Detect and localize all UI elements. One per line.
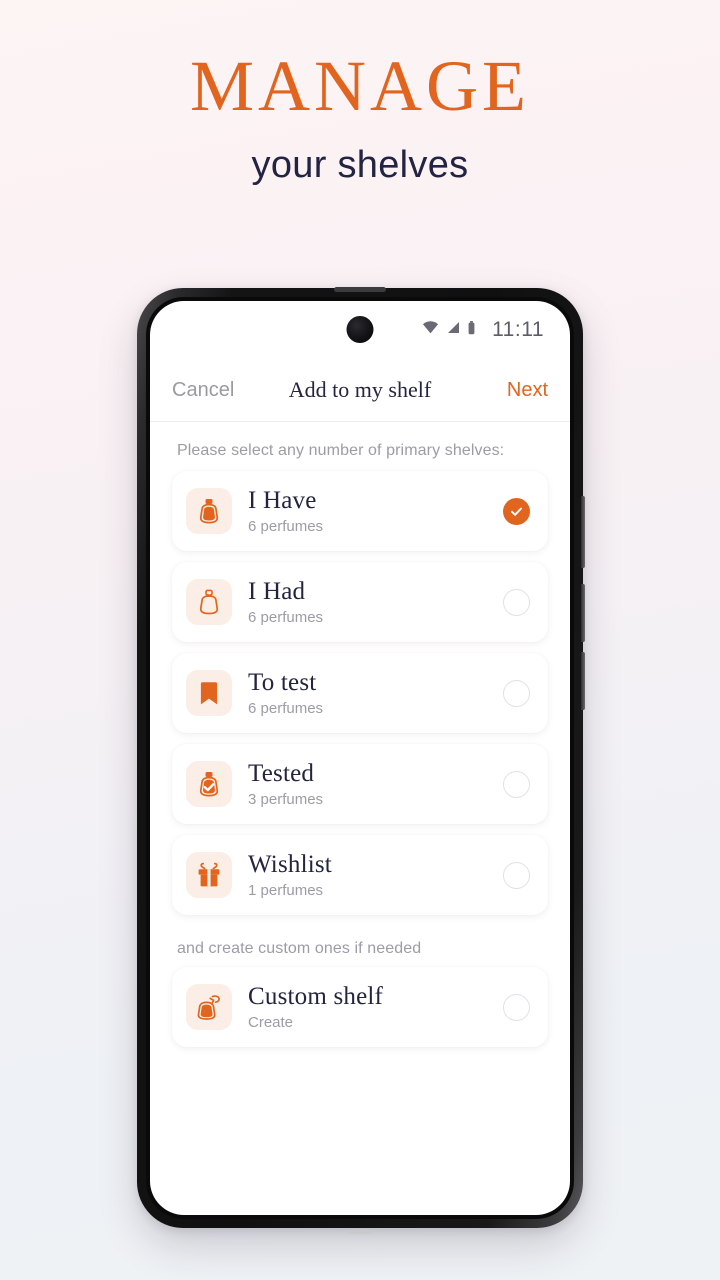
- front-camera-icon: [346, 316, 374, 343]
- shelf-text: I Had 6 perfumes: [232, 578, 503, 626]
- volume-up-button[interactable]: [581, 584, 585, 642]
- shelf-icon-tile: [186, 984, 232, 1030]
- shelf-icon-tile: [186, 670, 232, 716]
- wifi-icon: [422, 321, 439, 339]
- bottom-port: [349, 1229, 371, 1234]
- status-bar: 11:11: [150, 301, 570, 359]
- shelf-radio-unselected[interactable]: [503, 861, 530, 889]
- shelf-card[interactable]: To test 6 perfumes: [172, 653, 548, 733]
- phone-bezel: 11:11 Cancel Add to my shelf Next Please…: [146, 297, 574, 1219]
- shelf-title: Tested: [248, 760, 315, 787]
- shelf-title: Custom shelf: [248, 983, 384, 1010]
- shelf-card[interactable]: I Have 6 perfumes: [172, 471, 548, 551]
- volume-down-button[interactable]: [581, 652, 585, 710]
- custom-shelves-list: Custom shelf Create: [172, 967, 548, 1047]
- promo-header: MANAGE your shelves: [0, 0, 720, 187]
- perfume-bottle-check-icon: [199, 770, 219, 797]
- promo-subtitle: your shelves: [251, 144, 469, 186]
- shelf-title: Wishlist: [248, 851, 332, 878]
- shelf-card[interactable]: Wishlist 1 perfumes: [172, 835, 548, 915]
- next-button[interactable]: Next: [507, 379, 548, 402]
- shelf-icon-tile: [186, 579, 232, 625]
- shelf-radio-unselected[interactable]: [503, 679, 530, 707]
- shelf-text: I Have 6 perfumes: [232, 487, 503, 535]
- shelf-count: 6 perfumes: [248, 700, 324, 717]
- status-icons: 11:11: [422, 318, 544, 342]
- shelf-count: 6 perfumes: [248, 609, 324, 626]
- shelf-count: 6 perfumes: [248, 518, 324, 535]
- shelf-card[interactable]: Tested 3 perfumes: [172, 744, 548, 824]
- shelf-radio-unselected[interactable]: [503, 993, 530, 1021]
- shelf-selection-content: Please select any number of primary shel…: [150, 422, 570, 1047]
- shelf-text: Tested 3 perfumes: [232, 760, 503, 808]
- perfume-bottle-filled-icon: [199, 498, 219, 524]
- battery-icon: [467, 320, 476, 340]
- perfume-bottle-outline-icon: [199, 589, 219, 615]
- shelf-radio-unselected[interactable]: [503, 588, 530, 616]
- shelf-card[interactable]: Custom shelf Create: [172, 967, 548, 1047]
- shelf-count: Create: [248, 1014, 294, 1031]
- shelf-count: 1 perfumes: [248, 882, 324, 899]
- phone-screen: 11:11 Cancel Add to my shelf Next Please…: [150, 301, 570, 1215]
- shelf-text: To test 6 perfumes: [232, 669, 503, 717]
- shelf-icon-tile: [186, 852, 232, 898]
- shelf-title: I Have: [248, 487, 317, 514]
- shelf-title: To test: [248, 669, 317, 696]
- cellular-signal-icon: [446, 321, 460, 339]
- shelf-radio-selected[interactable]: [503, 497, 530, 525]
- shelf-text: Wishlist 1 perfumes: [232, 851, 503, 899]
- primary-shelves-list: I Have 6 perfumes I Had 6 perfumes To test 6 …: [172, 471, 548, 915]
- check-icon: [511, 507, 522, 516]
- earpiece-speaker: [334, 287, 386, 292]
- phone-mockup: 11:11 Cancel Add to my shelf Next Please…: [137, 287, 585, 1234]
- power-button[interactable]: [581, 496, 585, 568]
- custom-shelves-label: and create custom ones if needed: [177, 940, 422, 957]
- cancel-button[interactable]: Cancel: [172, 379, 234, 402]
- shelf-card[interactable]: I Had 6 perfumes: [172, 562, 548, 642]
- shelf-icon-tile: [186, 761, 232, 807]
- perfume-atomizer-icon: [197, 995, 220, 1020]
- status-time: 11:11: [492, 318, 544, 341]
- shelf-title: I Had: [248, 578, 306, 605]
- primary-shelves-label: Please select any number of primary shel…: [177, 442, 505, 459]
- shelf-count: 3 perfumes: [248, 791, 324, 808]
- gift-icon: [197, 862, 221, 888]
- shelf-radio-unselected[interactable]: [503, 770, 530, 798]
- promo-title: MANAGE: [190, 46, 530, 126]
- shelf-text: Custom shelf Create: [232, 983, 503, 1031]
- shelf-icon-tile: [186, 488, 232, 534]
- bookmark-icon: [200, 682, 218, 705]
- nav-bar: Cancel Add to my shelf Next: [150, 359, 570, 421]
